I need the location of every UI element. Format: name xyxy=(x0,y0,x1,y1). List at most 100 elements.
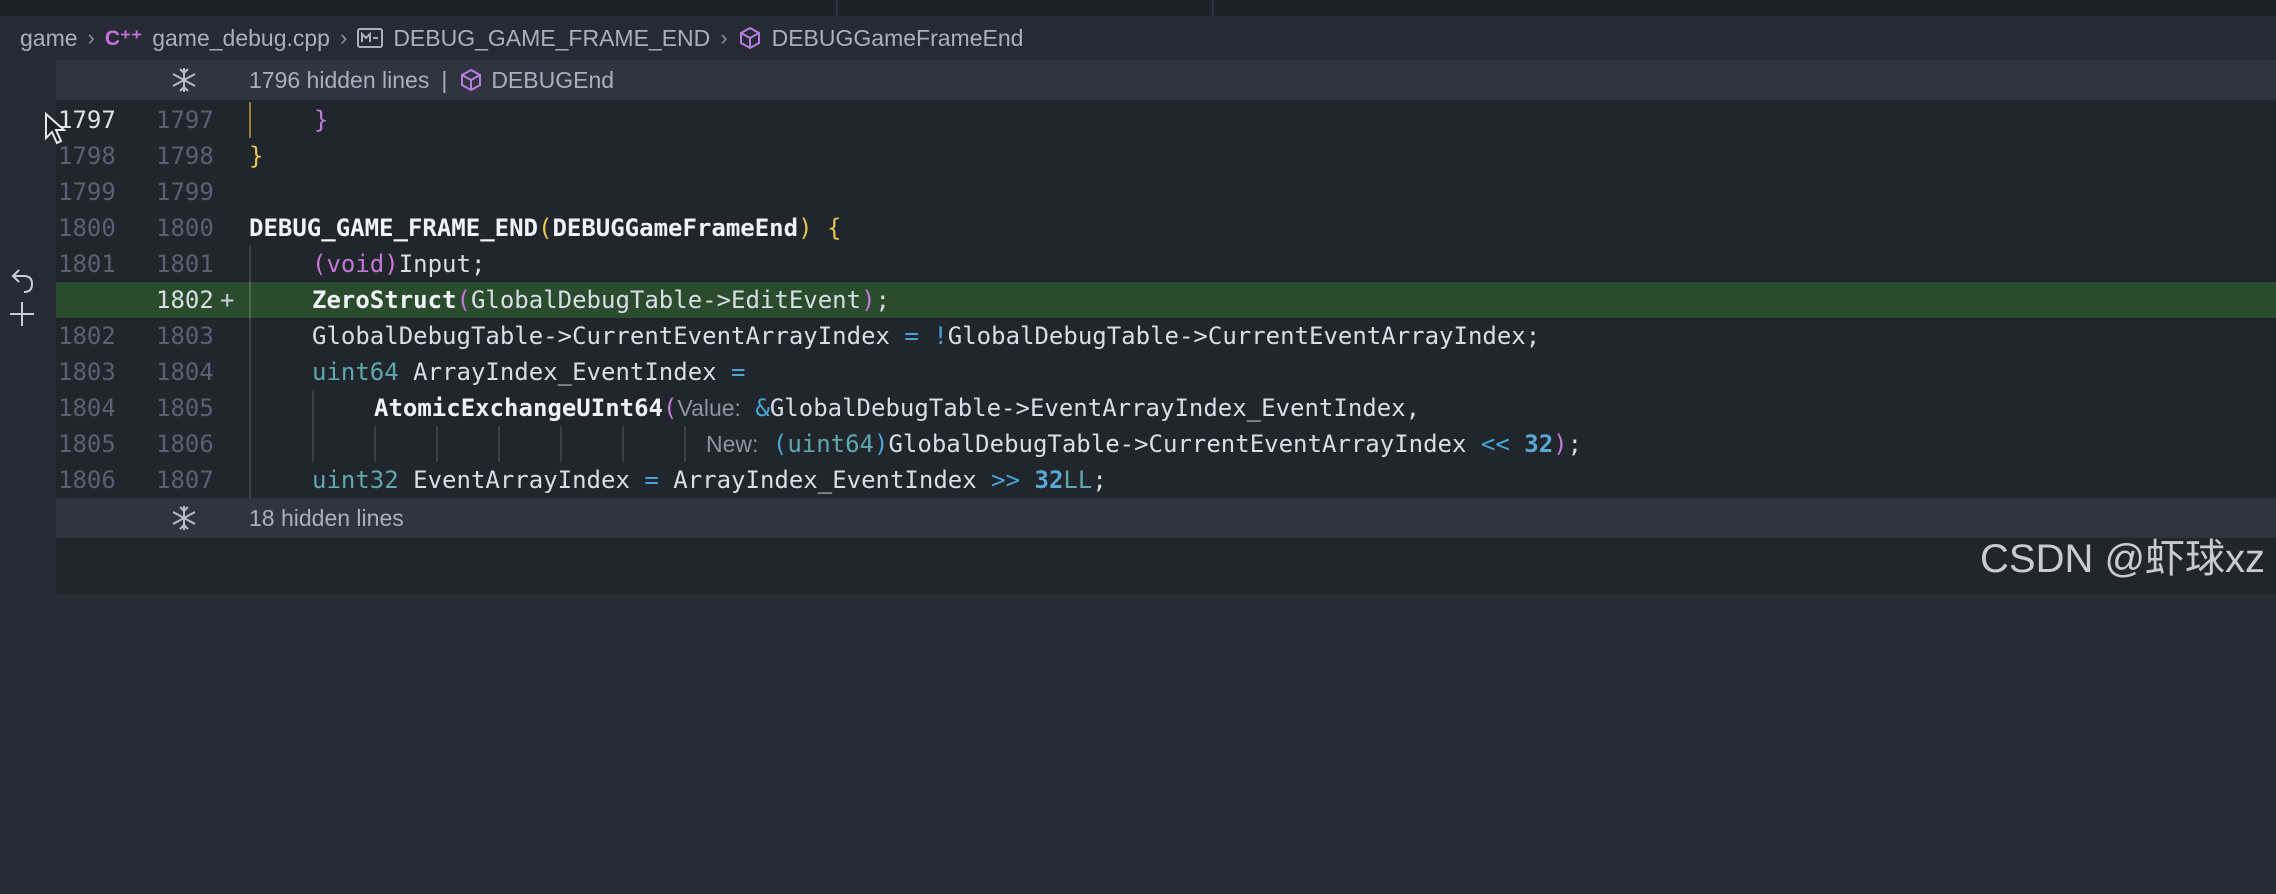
semicolon: ; xyxy=(875,286,890,314)
unfold-icon[interactable] xyxy=(170,504,198,532)
breadcrumb-file[interactable]: C⁺⁺ game_debug.cpp xyxy=(105,25,330,52)
old-line-number: 1801 xyxy=(58,250,116,278)
breadcrumb-symbol[interactable]: DEBUGGameFrameEnd xyxy=(738,24,1024,52)
new-line-number: 1802 xyxy=(156,286,214,314)
operator: & xyxy=(755,394,770,422)
code-line[interactable]: 1799 1799 xyxy=(56,174,2276,210)
operator: << xyxy=(1480,430,1510,458)
diff-editor[interactable]: 1796 hidden lines | DEBUGEnd 1797 1797 }… xyxy=(56,60,2276,593)
code-line[interactable]: 1798 1798 } xyxy=(56,138,2276,174)
breadcrumb-macro[interactable]: DEBUG_GAME_FRAME_END xyxy=(357,25,710,52)
brace: } xyxy=(249,142,264,170)
unfold-icon[interactable] xyxy=(170,66,198,94)
watermark: CSDN @虾球xz xyxy=(1980,537,2266,581)
paren: ( xyxy=(456,286,471,314)
new-line-number: 1798 xyxy=(156,142,214,170)
operator: ! xyxy=(933,322,948,350)
indent-guide xyxy=(622,426,624,462)
inlay-hint: Value: xyxy=(677,395,741,421)
new-line-number: 1799 xyxy=(156,178,214,206)
old-line-number: 1799 xyxy=(58,178,116,206)
new-line-number: 1800 xyxy=(156,214,214,242)
hidden-lines-fold-top[interactable]: 1796 hidden lines | DEBUGEnd xyxy=(56,60,2276,100)
argument: GlobalDebugTable->EventArrayIndex_EventI… xyxy=(769,394,1421,422)
old-line-number: 1798 xyxy=(58,142,116,170)
indent-guide xyxy=(312,390,314,426)
chevron-right-icon: › xyxy=(720,25,728,50)
revert-change-icon[interactable] xyxy=(10,268,36,296)
paren: ) xyxy=(798,214,813,242)
function-name: AtomicExchangeUInt64 xyxy=(374,394,663,422)
fold-separator: | xyxy=(441,66,448,93)
paren: ( xyxy=(772,430,788,458)
stage-change-plus-icon[interactable] xyxy=(8,300,36,328)
indent-guide xyxy=(374,426,376,462)
number: 32 xyxy=(1524,430,1554,458)
paren: ( xyxy=(312,250,327,278)
breadcrumb-folder[interactable]: game xyxy=(20,25,78,52)
code-line[interactable]: 1806 1807 uint32 EventArrayIndex = Array… xyxy=(56,462,2276,498)
indent-guide xyxy=(312,426,314,462)
paren: ) xyxy=(1553,430,1568,458)
identifier: GlobalDebugTable->CurrentEventArrayIndex xyxy=(312,322,905,350)
identifier: EventArrayIndex xyxy=(398,466,645,494)
code-line[interactable]: 1797 1797 } xyxy=(56,102,2276,138)
identifier: ArrayIndex_EventIndex xyxy=(658,466,992,494)
tab-bar xyxy=(0,0,2276,16)
new-line-number: 1801 xyxy=(156,250,214,278)
old-line-number: 1806 xyxy=(58,466,116,494)
macro-name: DEBUG_GAME_FRAME_END xyxy=(249,214,538,242)
argument: GlobalDebugTable->EditEvent xyxy=(470,286,862,314)
macro-icon xyxy=(357,28,384,48)
operator: = xyxy=(731,358,746,386)
mouse-pointer-icon xyxy=(45,112,66,145)
fold-symbol-label[interactable]: DEBUGEnd xyxy=(491,67,614,94)
tab-separator xyxy=(1212,0,1214,16)
breadcrumb-file-label: game_debug.cpp xyxy=(152,24,330,51)
indent-guide xyxy=(436,426,438,462)
old-line-number: 1802 xyxy=(58,322,116,350)
indent-guide xyxy=(249,102,251,138)
old-line-number: 1803 xyxy=(58,358,116,386)
paren: ) xyxy=(384,250,399,278)
literal-suffix: LL xyxy=(1063,466,1093,494)
old-line-number: 1800 xyxy=(58,214,116,242)
old-line-number: 1804 xyxy=(58,394,116,422)
indent-guide xyxy=(249,462,251,498)
type: uint32 xyxy=(312,466,399,494)
inlay-hint: New: xyxy=(706,431,759,457)
chevron-right-icon: › xyxy=(87,25,95,50)
breadcrumb: game › C⁺⁺ game_debug.cpp › DEBUG_GAME_F… xyxy=(0,16,2276,60)
indent-guide xyxy=(249,246,251,282)
code-line[interactable]: 1803 1804 uint64 ArrayIndex_EventIndex = xyxy=(56,354,2276,390)
code-line-added[interactable]: 1802 + ZeroStruct(GlobalDebugTable->Edit… xyxy=(56,282,2276,318)
code-line[interactable]: 1801 1801 (void)Input; xyxy=(56,246,2276,282)
new-line-number: 1806 xyxy=(156,430,214,458)
new-line-number: 1803 xyxy=(156,322,214,350)
chevron-right-icon: › xyxy=(339,25,348,50)
code-line[interactable]: 1800 1800 DEBUG_GAME_FRAME_END(DEBUGGame… xyxy=(56,210,2276,246)
type: uint64 xyxy=(787,430,875,458)
cpp-file-icon: C⁺⁺ xyxy=(104,26,143,50)
indent-guide xyxy=(249,390,251,426)
number: 32 xyxy=(1034,466,1064,494)
code-line[interactable]: 1802 1803 GlobalDebugTable->CurrentEvent… xyxy=(56,318,2276,354)
code-line[interactable]: 1804 1805 AtomicExchangeUInt64(Value: &G… xyxy=(56,390,2276,426)
indent-guide xyxy=(684,426,686,462)
new-line-number: 1805 xyxy=(156,394,214,422)
method-cube-icon xyxy=(738,26,762,50)
breadcrumb-symbol-label: DEBUGGameFrameEnd xyxy=(771,24,1024,51)
brace: { xyxy=(826,214,842,242)
function-name: ZeroStruct xyxy=(312,286,457,314)
method-cube-icon xyxy=(461,68,482,92)
breadcrumb-macro-label: DEBUG_GAME_FRAME_END xyxy=(393,24,711,51)
semicolon: ; xyxy=(1092,466,1107,494)
identifier: ArrayIndex_EventIndex xyxy=(398,358,732,386)
indent-guide xyxy=(249,282,251,318)
hidden-lines-fold-bottom[interactable]: 18 hidden lines xyxy=(56,498,2276,538)
tab-separator xyxy=(836,0,838,16)
code-line[interactable]: 1805 1806 New: (uint64)GlobalDebugTable-… xyxy=(56,426,2276,462)
paren: ( xyxy=(662,394,678,422)
hidden-lines-label: 18 hidden lines xyxy=(249,504,404,531)
argument: GlobalDebugTable->CurrentEventArrayIndex xyxy=(888,430,1481,458)
